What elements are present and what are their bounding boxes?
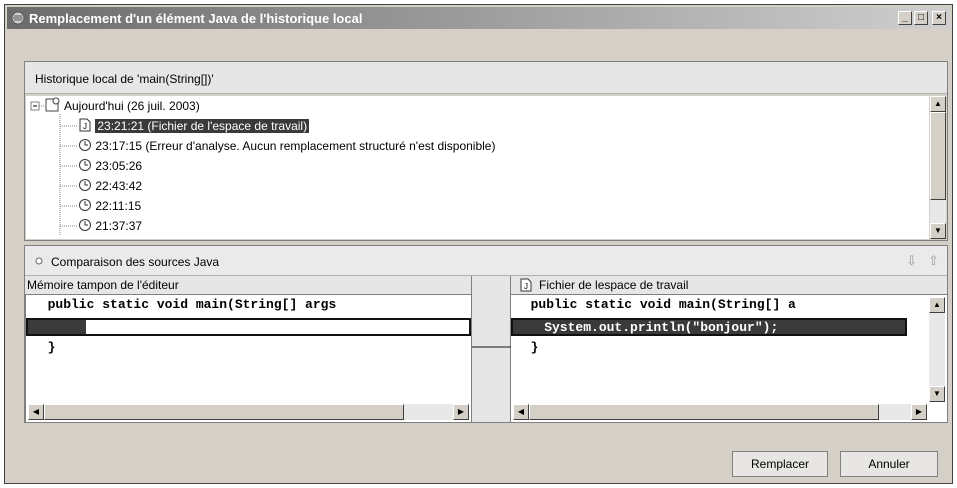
history-item-label: 21:37:37 [95, 219, 143, 233]
history-item[interactable]: J 23:21:21 (Fichier de l'espace de trava… [78, 116, 310, 136]
title-bar[interactable]: Remplacement d'un élément Java de l'hist… [7, 7, 950, 29]
scroll-up-button[interactable]: ▲ [930, 96, 946, 112]
calendar-icon [45, 97, 60, 112]
scroll-thumb[interactable] [44, 404, 404, 420]
right-panel-title: Fichier de lespace de travail [539, 278, 689, 292]
right-compare-panel: J Fichier de lespace de travail public s… [511, 276, 947, 422]
scroll-thumb[interactable] [930, 112, 946, 200]
clock-icon [79, 179, 91, 191]
history-root-label: Aujourd'hui (26 juil. 2003) [64, 99, 200, 113]
close-button[interactable]: × [932, 11, 946, 25]
history-header-label: Historique local de 'main(String[])' [35, 72, 214, 86]
left-diff-marker [28, 320, 86, 334]
right-code-line: System.out.println("bonjour"); [513, 320, 779, 335]
history-header: Historique local de 'main(String[])' [25, 62, 947, 94]
left-hscrollbar[interactable]: ◀ ▶ [28, 404, 469, 420]
scroll-right-button[interactable]: ▶ [453, 404, 469, 420]
dialog-window: Remplacement d'un élément Java de l'hist… [4, 4, 953, 484]
previous-difference-icon[interactable]: ⇧ [928, 253, 939, 269]
minimize-button[interactable]: _ [898, 11, 912, 25]
bullet-icon [35, 257, 43, 265]
scroll-left-button[interactable]: ◀ [28, 404, 44, 420]
history-item-label: 23:05:26 [95, 159, 143, 173]
history-item[interactable]: 22:11:15 [78, 196, 141, 216]
history-root[interactable]: Aujourd'hui (26 juil. 2003) [64, 96, 200, 116]
left-panel-header: Mémoire tampon de l'éditeur [25, 276, 471, 295]
compare-pane: Comparaison des sources Java ⇩ ⇧ Mémoire… [24, 245, 948, 423]
history-pane: Historique local de 'main(String[])' Auj… [24, 61, 948, 241]
scroll-down-button[interactable]: ▼ [930, 223, 946, 239]
svg-text:J: J [524, 282, 528, 291]
replace-button[interactable]: Remplacer [732, 451, 828, 477]
history-vscrollbar[interactable]: ▲ ▼ [930, 96, 946, 239]
diff-connector [471, 276, 512, 422]
right-code-line: } [515, 340, 539, 355]
clock-icon [79, 199, 91, 211]
cancel-button[interactable]: Annuler [840, 451, 938, 477]
clock-icon [79, 219, 91, 231]
compare-header: Comparaison des sources Java ⇩ ⇧ [25, 246, 947, 276]
left-code-line: public static void main(String[] args [32, 297, 337, 312]
left-panel-title: Mémoire tampon de l'éditeur [27, 278, 179, 292]
history-item[interactable]: 22:43:42 [78, 176, 142, 196]
left-compare-panel: Mémoire tampon de l'éditeur public stati… [25, 276, 471, 422]
compare-title: Comparaison des sources Java [51, 255, 220, 269]
history-item-label: 22:43:42 [95, 179, 143, 193]
history-item-label: 22:11:15 [95, 199, 142, 213]
left-code-editor[interactable]: public static void main(String[] args } … [25, 295, 471, 422]
scroll-up-button[interactable]: ▲ [929, 297, 945, 313]
clock-icon [79, 159, 91, 171]
right-vscrollbar[interactable]: ▲ ▼ [929, 297, 945, 402]
history-item[interactable]: 23:17:15 (Erreur d'analyse. Aucun rempla… [78, 136, 495, 156]
diff-connector-line [472, 346, 512, 348]
svg-text:J: J [83, 122, 87, 131]
eclipse-app-icon [11, 11, 25, 25]
scroll-right-button[interactable]: ▶ [911, 404, 927, 420]
java-file-icon: J [520, 278, 532, 292]
right-code-editor[interactable]: public static void main(String[] a Syste… [511, 295, 947, 422]
next-difference-icon[interactable]: ⇩ [906, 253, 917, 269]
window-title: Remplacement d'un élément Java de l'hist… [29, 11, 363, 26]
history-item[interactable]: 21:37:37 [78, 216, 142, 236]
history-tree: Aujourd'hui (26 juil. 2003) J 23:21:21 (… [26, 96, 929, 239]
left-code-line: } [32, 340, 56, 355]
right-code-line: public static void main(String[] a [515, 297, 796, 312]
right-diff-highlight: System.out.println("bonjour"); [511, 318, 907, 336]
history-item[interactable]: 23:05:26 [78, 156, 142, 176]
history-item-label: 23:21:21 (Fichier de l'espace de travail… [95, 119, 310, 133]
right-panel-header: J Fichier de lespace de travail [511, 276, 947, 295]
scroll-left-button[interactable]: ◀ [513, 404, 529, 420]
scroll-thumb[interactable] [529, 404, 879, 420]
scroll-down-button[interactable]: ▼ [929, 386, 945, 402]
history-item-label: 23:17:15 (Erreur d'analyse. Aucun rempla… [95, 139, 496, 153]
right-hscrollbar[interactable]: ◀ ▶ [513, 404, 927, 420]
maximize-button[interactable]: □ [914, 11, 928, 25]
clock-icon [79, 139, 91, 151]
left-diff-highlight [26, 318, 471, 336]
java-file-icon: J [79, 118, 91, 132]
